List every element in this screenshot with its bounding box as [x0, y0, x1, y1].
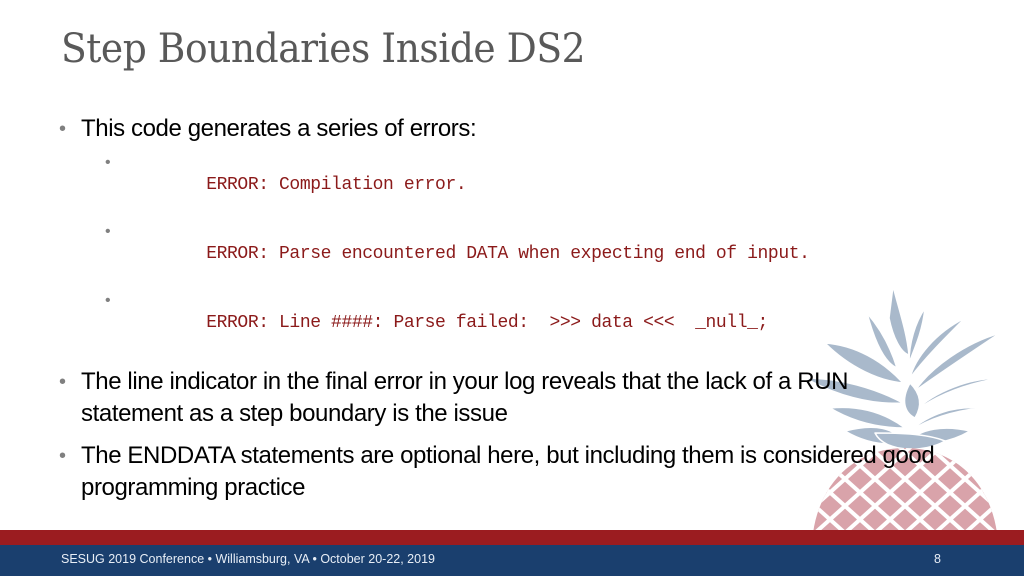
bullet-dot: •: [59, 445, 66, 467]
error-text: ERROR: Line ####: Parse failed: >>> data…: [206, 313, 768, 333]
error-text: ERROR: Compilation error.: [206, 175, 467, 195]
bullet-dot: •: [105, 223, 111, 240]
error-list: • ERROR: Compilation error. • ERROR: Parse…: [81, 151, 948, 358]
bullet-line-indicator: • The line indicator in the final error …: [58, 366, 948, 430]
footer-red-stripe: [0, 530, 1024, 545]
bullet-text: The line indicator in the final error in…: [81, 368, 849, 427]
error-line: • ERROR: Parse encountered DATA when expe…: [81, 220, 948, 289]
slide-title: Step Boundaries Inside DS2: [61, 26, 586, 72]
bullet-dot: •: [105, 154, 111, 171]
error-text: ERROR: Parse encountered DATA when expec…: [206, 244, 810, 264]
error-line: • ERROR: Compilation error.: [81, 151, 948, 220]
slide-content: • This code generates a series of errors…: [58, 110, 948, 504]
bullet-errors-intro: • This code generates a series of errors…: [58, 113, 948, 358]
page-number: 8: [934, 552, 941, 566]
bullet-dot: •: [59, 118, 66, 140]
bullet-text: This code generates a series of errors:: [81, 115, 477, 142]
bullet-text: The ENDDATA statements are optional here…: [81, 442, 935, 501]
bullet-dot: •: [105, 292, 111, 309]
error-line: • ERROR: Line ####: Parse failed: >>> dat…: [81, 289, 948, 358]
bullet-enddata: • The ENDDATA statements are optional he…: [58, 440, 948, 504]
footer-conference-info: SESUG 2019 Conference • Williamsburg, VA…: [61, 552, 435, 566]
bullet-dot: •: [59, 371, 66, 393]
